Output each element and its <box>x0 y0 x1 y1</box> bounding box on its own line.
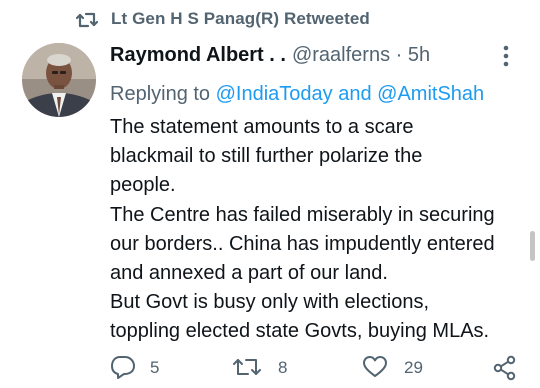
like-count: 29 <box>404 358 423 377</box>
retweet-banner: Lt Gen H S Panag(R) Retweeted <box>0 0 540 40</box>
scrollbar[interactable] <box>530 231 535 261</box>
retweeted-by-text[interactable]: Lt Gen H S Panag(R) Retweeted <box>111 9 370 29</box>
tweet-text-line: toppling elected state Govts, buying MLA… <box>110 320 490 343</box>
avatar-image <box>22 43 96 117</box>
tweet-text-line: our borders.. China has impudently enter… <box>110 232 495 255</box>
more-options-button[interactable] <box>492 44 520 68</box>
replying-to: Replying to @IndiaToday and @AmitShah <box>110 83 484 106</box>
more-vertical-icon <box>503 45 509 67</box>
tweet-text-line: people. <box>110 174 176 197</box>
retweet-icon <box>75 10 99 30</box>
retweet-icon <box>233 359 261 375</box>
tweet-text: The statement amounts to a scare blackma… <box>110 113 530 347</box>
like-button[interactable]: 29 <box>362 352 442 382</box>
author-handle-time[interactable]: @raalferns · 5h <box>292 44 430 66</box>
tweet-text-line: and annexed a part of our land. <box>110 262 388 285</box>
tweet-text-line: The Centre has failed miserably in secur… <box>110 203 495 226</box>
tweet-actions: 5 8 29 <box>0 352 540 384</box>
replying-to-label: Replying to <box>110 83 211 105</box>
retweet-button[interactable]: 8 <box>232 352 302 382</box>
reply-count: 5 <box>150 358 160 377</box>
author-name[interactable]: Raymond Albert . . <box>110 44 286 66</box>
tweet-text-line: blackmail to still further polarize the <box>110 145 423 168</box>
heart-icon <box>363 356 387 377</box>
tweet-header: Raymond Albert . . @raalferns · 5h <box>110 44 430 67</box>
reply-icon <box>111 356 135 379</box>
retweet-count: 8 <box>278 358 288 377</box>
tweet-text-line: The statement amounts to a scare <box>110 116 414 138</box>
replying-to-mentions[interactable]: @IndiaToday and @AmitShah <box>216 83 485 105</box>
share-button[interactable] <box>492 352 522 382</box>
reply-button[interactable]: 5 <box>110 352 170 382</box>
tweet-text-line: But Govt is busy only with elections, <box>110 291 430 314</box>
avatar[interactable] <box>22 43 96 117</box>
share-icon <box>493 355 516 381</box>
